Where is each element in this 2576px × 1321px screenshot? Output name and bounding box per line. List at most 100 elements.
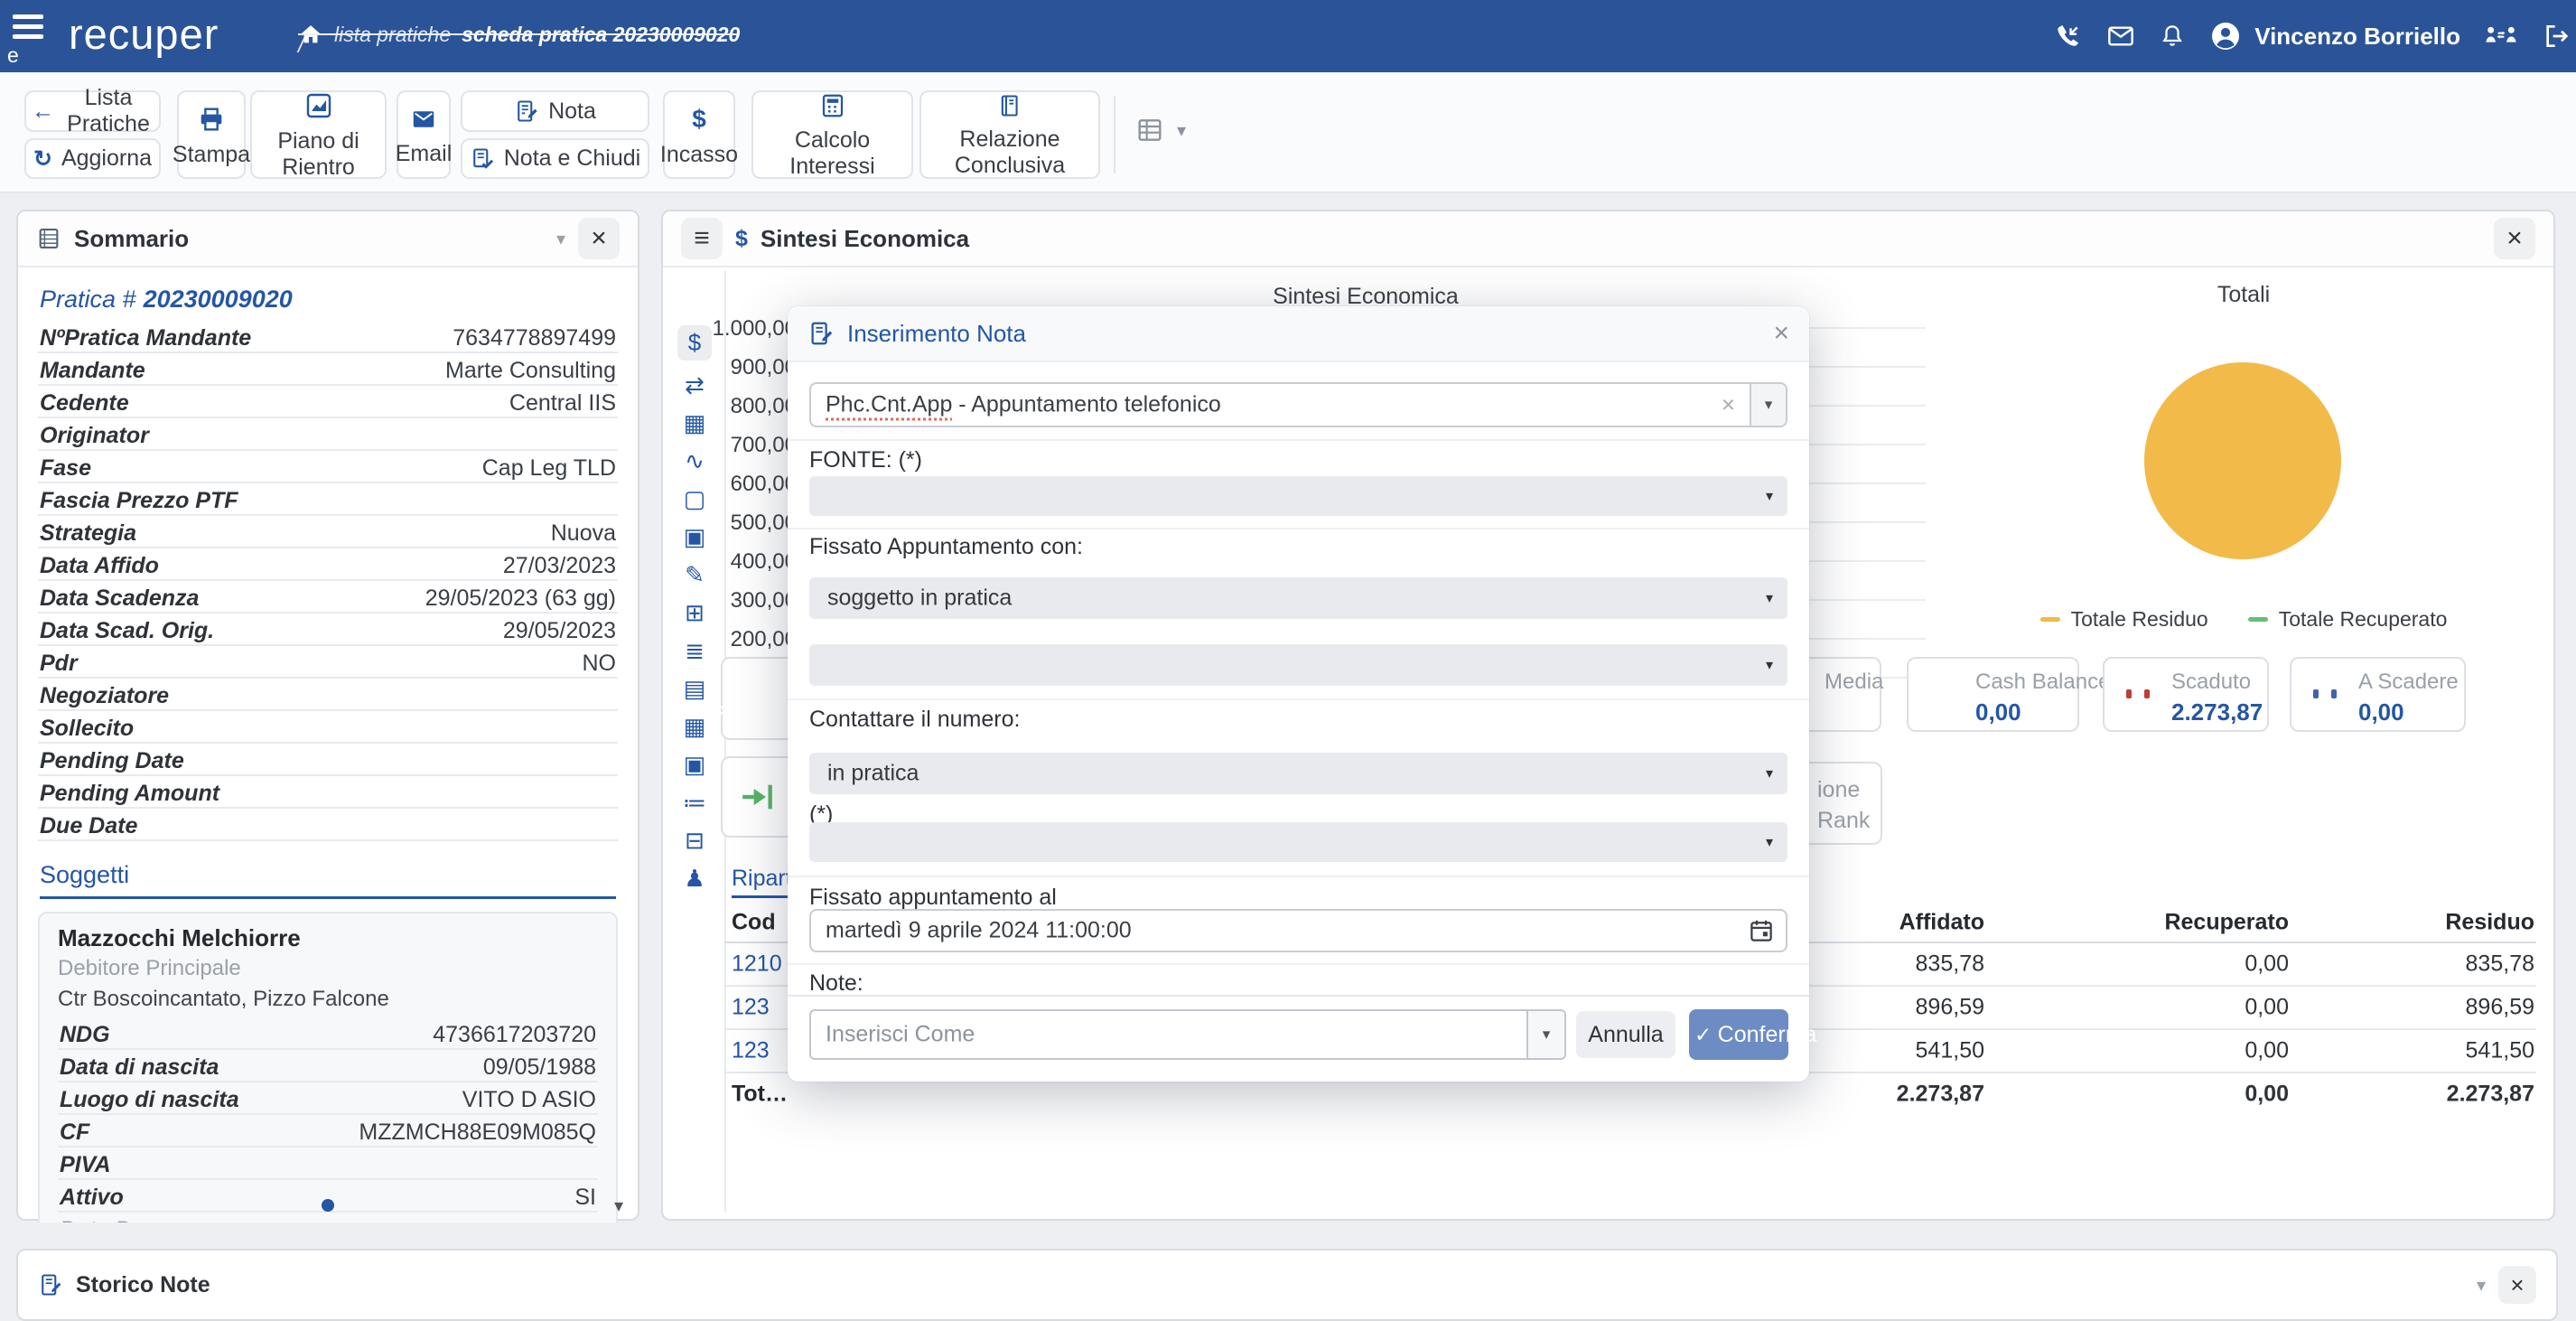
field-row: Data di nascita09/05/1988 <box>58 1050 598 1082</box>
lista-pratiche-button[interactable]: ← Lista Pratiche <box>24 90 161 132</box>
annulla-button[interactable]: Annulla <box>1576 1011 1675 1058</box>
contattare-label: Contattare il numero: <box>809 707 1020 733</box>
field-row: PIVA <box>58 1148 598 1180</box>
top-navbar: e recuper / lista pratiche / scheda prat… <box>0 0 2576 72</box>
calendar-day-icon[interactable]: ▣ <box>684 752 706 778</box>
required-select[interactable] <box>809 822 1787 862</box>
field-row: FaseCap Leg TLD <box>38 451 618 483</box>
menu-hamburger-icon[interactable] <box>13 14 45 44</box>
field-row: NDG4736617203720 <box>58 1017 598 1050</box>
note-icon <box>514 98 539 124</box>
appuntamento-datetime-input[interactable]: martedì 9 aprile 2024 11:00:00 <box>809 909 1787 952</box>
toolbar-divider <box>1114 96 1115 173</box>
list-code-icon[interactable]: ≔ <box>683 790 706 816</box>
chevron-down-icon <box>1766 764 1773 782</box>
bell-icon[interactable] <box>2159 23 2186 50</box>
note-check-icon <box>470 146 495 172</box>
clear-icon[interactable]: × <box>1722 391 1735 419</box>
brand-logo[interactable]: recuper <box>69 9 219 59</box>
email-button[interactable]: Email <box>397 90 451 179</box>
sintesi-close-button[interactable]: × <box>2494 218 2535 259</box>
secondary-select[interactable] <box>809 644 1787 686</box>
incasso-button[interactable]: $ Incasso <box>663 90 735 179</box>
code-link[interactable]: 123 <box>732 1038 770 1064</box>
fonte-label: FONTE: (*) <box>809 447 922 473</box>
calcolo-interessi-button[interactable]: Calcolo Interessi <box>751 90 913 179</box>
collapse-caret-icon[interactable] <box>2477 1274 2486 1297</box>
sommario-close-button[interactable]: × <box>578 218 620 259</box>
kpi-card-cash-balance: Cash Balance 0,00 <box>1907 657 2079 732</box>
kpi-card-scaduto: Scaduto 2.273,87 <box>2103 657 2269 732</box>
refresh-icon: ↻ <box>33 145 52 173</box>
field-row: Sollecito <box>38 711 618 744</box>
stampa-button[interactable]: Stampa <box>177 90 246 179</box>
field-row: CFMZZMCH88E09M085Q <box>58 1115 598 1148</box>
chevron-down-icon <box>1177 119 1186 142</box>
fissato-con-select[interactable]: soggetto in pratica <box>809 577 1787 619</box>
code-link[interactable]: 1210 <box>732 951 782 978</box>
field-row: StrategiaNuova <box>38 516 618 548</box>
aggiorna-button[interactable]: ↻ Aggiorna <box>24 138 161 179</box>
legend-item[interactable]: Totale Residuo <box>2040 607 2208 632</box>
journal-icon <box>36 226 61 251</box>
phone-incoming-icon[interactable] <box>2054 22 2083 51</box>
user-avatar-icon[interactable] <box>2209 20 2242 52</box>
field-row: PdrNO <box>38 646 618 679</box>
field-row: Data Scadenza29/05/2023 (63 gg) <box>38 581 618 614</box>
note-type-combobox[interactable]: Phc.Cnt.App - Appuntamento telefonico × <box>809 382 1787 427</box>
chevron-down-icon <box>1766 656 1773 674</box>
person-icon[interactable]: ♟ <box>684 866 705 892</box>
scroll-indicator-dot[interactable] <box>322 1199 334 1212</box>
note-type-code: Phc.Cnt.App <box>826 392 952 417</box>
field-row: Due Date <box>38 809 618 841</box>
layout-grid-dropdown[interactable] <box>1135 116 1186 145</box>
relazione-conclusiva-button[interactable]: Relazione Conclusiva <box>919 90 1100 179</box>
email-icon <box>410 106 437 133</box>
people-transfer-icon[interactable] <box>2484 22 2518 51</box>
scroll-down-caret-icon[interactable] <box>614 1195 623 1217</box>
collapse-caret-icon[interactable] <box>556 228 565 250</box>
calculator-icon <box>819 92 846 119</box>
field-row: Data Affido27/03/2023 <box>38 548 618 581</box>
note-label: Note: <box>809 970 863 993</box>
panel-menu-button[interactable]: ≡ <box>681 218 723 259</box>
sommario-panel: Sommario × Pratica #20230009020 NºPratic… <box>16 210 639 1221</box>
contattare-select[interactable]: in pratica <box>809 753 1787 794</box>
calendar-icon[interactable] <box>1748 917 1775 944</box>
dollar-icon: $ <box>735 226 748 252</box>
field-row: Originator <box>38 418 618 451</box>
user-name[interactable]: Vincenzo Borriello <box>2254 23 2460 51</box>
soggetto-card[interactable]: Mazzocchi Melchiorre Debitore Principale… <box>38 912 618 1223</box>
nota-e-chiudi-button[interactable]: Nota e Chiudi <box>461 138 649 179</box>
logout-icon[interactable] <box>2542 22 2571 51</box>
inserisci-come-select[interactable]: Inserisci Come <box>809 1009 1566 1060</box>
note-icon <box>38 1272 63 1298</box>
storico-close-button[interactable]: × <box>2498 1266 2536 1304</box>
pie-legend: Totale Residuo Totale Recuperato <box>1973 607 2515 632</box>
sommario-body: Pratica #20230009020 NºPratica Mandante7… <box>18 267 638 1223</box>
soggetto-name: Mazzocchi Melchiorre <box>58 924 598 952</box>
merge-arrow-icon <box>737 779 777 815</box>
chevron-down-icon[interactable] <box>1750 384 1786 426</box>
piano-di-rientro-button[interactable]: Piano di Rientro <box>250 90 387 179</box>
legend-swatch <box>2040 617 2060 622</box>
chevron-down-icon <box>1766 589 1773 607</box>
legend-item[interactable]: Totale Recuperato <box>2248 607 2448 632</box>
fonte-select[interactable] <box>809 476 1787 516</box>
chevron-down-icon <box>1766 487 1773 505</box>
nota-button[interactable]: Nota <box>461 90 649 132</box>
code-link[interactable]: 123 <box>732 995 770 1021</box>
field-row: MandanteMarte Consulting <box>38 353 618 386</box>
printer-icon <box>197 105 226 134</box>
storico-note-panel: Storico Note × <box>16 1249 2558 1321</box>
dialog-close-icon[interactable]: × <box>1773 318 1789 349</box>
dialog-title: Inserimento Nota <box>847 320 1026 348</box>
field-row: CedenteCentral IIS <box>38 386 618 418</box>
inserimento-nota-dialog: Inserimento Nota × Phc.Cnt.App - Appunta… <box>788 306 1809 1082</box>
calendar-12-icon[interactable]: ▦ <box>684 714 706 740</box>
mail-icon[interactable] <box>2106 22 2135 51</box>
folder-move-icon[interactable]: ⊟ <box>685 828 705 854</box>
back-arrow-icon: ← <box>32 98 54 125</box>
conferma-button[interactable]: Conferma <box>1689 1009 1788 1060</box>
select-placeholder: Inserisci Come <box>826 1022 975 1048</box>
